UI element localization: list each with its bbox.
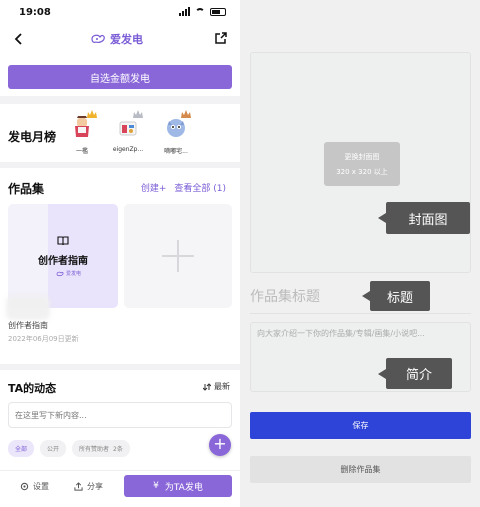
fund-card: 自选金额发电 [0,56,240,96]
feed-sort-toggle[interactable]: 最新 [203,381,230,392]
work-item-date: 2022年06月09日更新 [8,335,79,343]
bottom-bar: 设置 分享 ¥ 为TA发电 [0,470,240,507]
view-all-works-link[interactable]: 查看全部 (1) [174,181,226,194]
ranking-user[interactable]: eigenZp... [108,110,148,153]
delete-collection-button[interactable]: 删除作品集 [250,456,471,483]
add-work-card[interactable] [124,204,232,308]
save-button[interactable]: 保存 [250,412,471,439]
works-count: (1) [213,184,226,194]
gear-icon [20,482,29,491]
book-icon [57,236,69,246]
filter-chip-sponsors-label: 所有赞助者 [79,446,110,453]
works-card: 作品集 创建+ 查看全部 (1) 创作者指南 爱发电 创作者指南 2022年06… [0,168,240,364]
back-arrow-icon[interactable] [12,32,26,46]
wifi-icon [195,7,205,16]
status-icons [179,7,226,16]
share-label: 分享 [87,482,103,491]
creator-profile-screen: 19:08 爱发电 自选金额发电 发电月榜 一檻 eigenZp... 嘀嘟宅.… [0,0,240,507]
share-out-icon[interactable] [214,31,228,45]
guide-card-brand-text: 爱发电 [66,271,82,277]
sort-icon [203,382,211,391]
new-post-input[interactable] [8,402,232,428]
share-icon [74,482,83,491]
cover-upload-area[interactable]: 更换封面图 320 x 320 以上 [250,52,471,273]
new-post-fab[interactable]: + [209,434,231,456]
crown-icon [87,110,97,118]
monthly-ranking-card: 发电月榜 一檻 eigenZp... 嘀嘟宅... [0,104,240,162]
collection-editor: 更换封面图 320 x 320 以上 封面图 作品集标题 标题 向大家介绍一下你… [240,0,480,507]
support-creator-label: 为TA发电 [164,482,203,493]
change-cover-button[interactable]: 更换封面图 320 x 320 以上 [324,142,400,186]
cover-size-hint: 320 x 320 以上 [336,168,388,176]
view-all-label: 查看全部 [174,184,211,194]
change-cover-label: 更换封面图 [344,153,380,161]
share-button[interactable]: 分享 [74,481,103,492]
work-item-name: 创作者指南 [8,321,48,330]
ranking-user-name: 一檻 [75,148,88,155]
crown-icon [133,110,143,118]
feed-sort-label: 最新 [214,382,230,391]
ranking-title: 发电月榜 [8,130,57,144]
support-creator-button[interactable]: ¥ 为TA发电 [124,475,232,497]
currency-icon: ¥ [153,481,159,491]
nav-bar: 爱发电 [0,24,240,56]
creator-guide-card[interactable]: 创作者指南 爱发电 [8,204,118,308]
avatar [165,110,191,138]
ranking-user-name: 嘀嘟宅... [164,148,188,155]
collection-title-input[interactable]: 作品集标题 [250,282,471,314]
intro-callout: 简介 [378,358,452,389]
feed-title: TA的动态 [8,382,57,395]
works-actions: 创建+ 查看全部 (1) [141,181,226,194]
filter-chip-sponsors-count: 2条 [113,446,123,453]
blur-overlay [6,296,50,320]
afdian-logo-icon [91,34,105,43]
title-callout: 标题 [362,281,430,311]
ranking-user[interactable]: 一檻 [62,110,102,155]
nav-title: 爱发电 [90,31,143,47]
works-title: 作品集 [8,182,45,196]
guide-card-title: 创作者指南 [38,256,88,267]
settings-label: 设置 [33,482,49,491]
feed-filter-chips: 全部 公开 所有赞助者 2条 [8,440,130,457]
settings-button[interactable]: 设置 [20,481,49,492]
avatar [71,110,97,138]
cover-callout: 封面图 [378,202,470,234]
guide-card-brand: 爱发电 [56,270,81,277]
afdian-logo-icon [56,271,64,276]
nav-title-text: 爱发电 [110,33,143,46]
signal-icon [179,7,190,16]
avatar [117,110,143,138]
battery-icon [210,7,226,16]
filter-chip-public[interactable]: 公开 [40,440,67,457]
create-work-link[interactable]: 创建+ [141,181,167,194]
ranking-user[interactable]: 嘀嘟宅... [156,110,196,155]
status-time: 19:08 [19,7,51,18]
filter-chip-sponsors[interactable]: 所有赞助者 2条 [72,440,130,457]
status-bar: 19:08 [0,0,240,24]
ranking-user-name: eigenZp... [112,146,144,153]
feed-card: TA的动态 最新 全部 公开 所有赞助者2条 [0,370,240,470]
custom-amount-button[interactable]: 自选金额发电 [8,65,232,89]
filter-chip-all[interactable]: 全部 [8,440,35,457]
crown-icon [181,110,191,118]
plus-icon-vertical [177,240,179,272]
